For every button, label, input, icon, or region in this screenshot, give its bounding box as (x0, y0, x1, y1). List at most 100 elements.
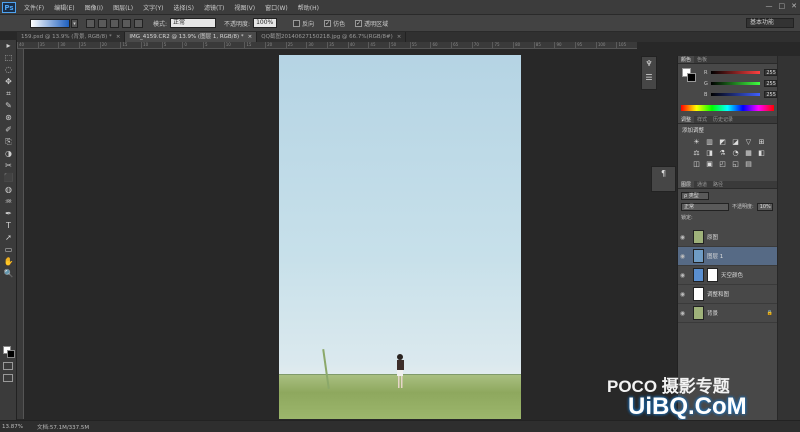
channel-mixer-adjust-icon[interactable]: ◔ (731, 149, 740, 157)
layer-row[interactable]: ◉ 调整和图 (678, 285, 777, 304)
pen-tool-icon[interactable]: ✒ (2, 209, 15, 219)
blend-mode-select[interactable]: 正常 (681, 202, 729, 211)
tab-styles[interactable]: 样式 (694, 116, 710, 123)
threshold-adjust-icon[interactable]: ▣ (705, 160, 714, 168)
gradient-tool-icon[interactable]: ⬛ (2, 173, 15, 183)
transparency-checkbox[interactable]: ✓ 透明区域 (355, 19, 388, 28)
quick-mask-icon[interactable] (3, 362, 13, 370)
eyedropper-tool-icon[interactable]: ✎ (2, 101, 15, 111)
maximize-icon[interactable]: □ (779, 2, 786, 10)
levels-adjust-icon[interactable]: ▥ (705, 138, 714, 146)
lasso-tool-icon[interactable]: ◌ (2, 65, 15, 75)
layer-row[interactable]: ◉ 图层 1 (678, 247, 777, 266)
channel-slider[interactable] (711, 71, 761, 74)
tab-channels[interactable]: 通道 (694, 181, 710, 188)
visibility-eye-icon[interactable]: ◉ (678, 291, 687, 298)
shadows-adjust-icon[interactable]: ▤ (744, 160, 753, 168)
layer-mask-thumbnail[interactable] (707, 268, 718, 282)
channel-value-input[interactable]: 255 (764, 91, 778, 98)
layer-row[interactable]: ◉ 天空颜色 (678, 266, 777, 285)
linear-gradient-button[interactable] (86, 18, 95, 28)
photo-filter-adjust-icon[interactable]: ⚗ (718, 149, 727, 157)
blur-tool-icon[interactable]: ◍ (2, 185, 15, 195)
reverse-checkbox[interactable]: 反向 (293, 19, 314, 28)
channel-value-input[interactable]: 255 (764, 80, 778, 87)
reverse-check-icon[interactable] (293, 19, 301, 27)
brightness-adjust-icon[interactable]: ☀ (692, 138, 701, 146)
type-tool-icon[interactable]: T (2, 221, 15, 231)
layer-filter-select[interactable]: ρ 类型 (681, 192, 709, 200)
transparency-check-icon[interactable]: ✓ (355, 19, 363, 27)
angle-gradient-button[interactable] (110, 18, 119, 28)
dodge-tool-icon[interactable]: ♒ (2, 197, 15, 207)
visibility-eye-icon[interactable]: ◉ (678, 272, 687, 279)
history-brush-icon[interactable]: ♆ (642, 57, 656, 71)
color-lookup-adjust-icon[interactable]: ▦ (744, 149, 753, 157)
posterize-adjust-icon[interactable]: ◫ (692, 160, 701, 168)
menu-edit[interactable]: 编辑(E) (49, 3, 79, 12)
layer-row[interactable]: ◉ 原图 (678, 228, 777, 247)
background-color-swatch[interactable] (7, 350, 15, 358)
zoom-tool-icon[interactable]: 🔍 (2, 269, 15, 279)
visibility-eye-icon[interactable]: ◉ (678, 253, 687, 260)
selective-color-adjust-icon[interactable]: ◰ (718, 160, 727, 168)
menu-file[interactable]: 文件(F) (19, 3, 49, 12)
dither-check-icon[interactable]: ✓ (324, 19, 332, 27)
close-icon[interactable]: ✕ (791, 2, 797, 10)
mode-select[interactable]: 正常 (170, 18, 217, 28)
paragraph-icon[interactable]: ¶ (652, 167, 675, 181)
close-tab-icon[interactable]: × (116, 32, 121, 42)
tab-color[interactable]: 颜色 (678, 56, 695, 63)
exposure-adjust-icon[interactable]: ◪ (731, 138, 740, 146)
quick-select-tool-icon[interactable]: ✥ (2, 77, 15, 87)
menu-type[interactable]: 文字(Y) (138, 3, 168, 12)
brush-tool-icon[interactable]: ✐ (2, 125, 15, 135)
doc-tab-2[interactable]: IMG_4159.CR2 @ 13.9% (图层 1, RGB/8) * × (125, 32, 258, 42)
move-tool-icon[interactable]: ▸ (2, 41, 15, 51)
gradient-map-adjust-icon[interactable]: ◱ (731, 160, 740, 168)
background-color-chip[interactable] (687, 73, 696, 82)
tab-adjustments[interactable]: 调整 (678, 116, 695, 123)
black-white-adjust-icon[interactable]: ◨ (705, 149, 714, 157)
shape-tool-icon[interactable]: ▭ (2, 245, 15, 255)
crop-tool-icon[interactable]: ⌗ (2, 89, 15, 99)
doc-tab-1[interactable]: 159.psd @ 13.9% (背景, RGB/8) * × (17, 32, 126, 42)
tab-paths[interactable]: 路径 (710, 181, 726, 188)
menu-layer[interactable]: 图层(L) (108, 3, 138, 12)
layer-opacity-input[interactable]: 10% (756, 202, 773, 211)
properties-icon[interactable]: ☰ (642, 71, 656, 85)
doc-tab-3[interactable]: QQ截图20140627150218.jpg @ 66.7%(RGB/8#) × (257, 32, 407, 42)
menu-filter[interactable]: 滤镜(T) (199, 3, 229, 12)
diamond-gradient-button[interactable] (134, 18, 143, 28)
hue-sat-adjust-icon[interactable]: ⊞ (757, 138, 766, 146)
invert-adjust-icon[interactable]: ◧ (757, 149, 766, 157)
color-balance-adjust-icon[interactable]: ⚖ (692, 149, 701, 157)
path-select-tool-icon[interactable]: ➚ (2, 233, 15, 243)
tab-history[interactable]: 历史记录 (710, 116, 736, 123)
tab-layers[interactable]: 图层 (678, 181, 695, 188)
marquee-tool-icon[interactable]: ⬚ (2, 53, 15, 63)
gradient-preview[interactable] (30, 18, 70, 28)
layer-row[interactable]: ◉ 背景 🔒 (678, 304, 777, 323)
curves-adjust-icon[interactable]: ◩ (718, 138, 727, 146)
minimize-icon[interactable]: — (766, 2, 773, 10)
tab-swatches[interactable]: 色板 (694, 56, 710, 63)
menu-view[interactable]: 视图(V) (229, 3, 260, 12)
gradient-dropdown-icon[interactable]: ▾ (71, 18, 78, 28)
menu-image[interactable]: 图像(I) (80, 3, 108, 12)
healing-tool-icon[interactable]: ⊛ (2, 113, 15, 123)
close-tab-icon[interactable]: × (248, 32, 253, 42)
hand-tool-icon[interactable]: ✋ (2, 257, 15, 267)
menu-help[interactable]: 帮助(H) (293, 3, 324, 12)
document-canvas[interactable] (279, 55, 521, 419)
vibrance-adjust-icon[interactable]: ▽ (744, 138, 753, 146)
color-spectrum-bar[interactable] (681, 105, 774, 111)
screen-mode-icon[interactable] (3, 374, 13, 382)
zoom-level[interactable]: 13.87% (2, 424, 23, 430)
reflected-gradient-button[interactable] (122, 18, 131, 28)
visibility-eye-icon[interactable]: ◉ (678, 310, 687, 317)
channel-slider[interactable] (711, 93, 761, 96)
eraser-tool-icon[interactable]: ✂ (2, 161, 15, 171)
history-brush-tool-icon[interactable]: ◑ (2, 149, 15, 159)
clone-stamp-tool-icon[interactable]: ⎘ (2, 137, 15, 147)
